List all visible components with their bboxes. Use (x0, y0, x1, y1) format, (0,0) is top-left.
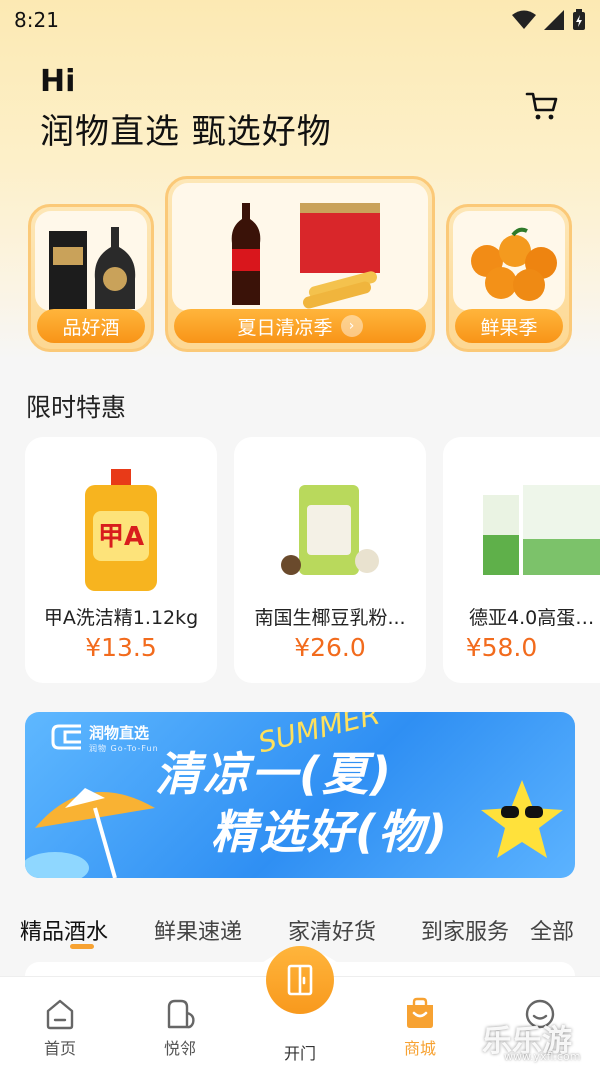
category-label: 夏日清凉季 › (174, 309, 426, 343)
nav-home[interactable]: 首页 (20, 997, 100, 1059)
category-tabs: 精品酒水 鲜果速递 家清好货 到家服务 全部 (0, 910, 600, 950)
nav-label: 首页 (43, 1039, 76, 1058)
category-label: 品好酒 (37, 309, 145, 343)
deal-card[interactable]: 德亚4.0高蛋白... ¥58.0 (443, 437, 600, 683)
deal-card[interactable]: 甲A 甲A洗洁精1.12kg ¥13.5 (25, 437, 217, 683)
nav-mall[interactable]: 商城 (380, 997, 460, 1059)
banner-brand: 润物直选 (89, 724, 150, 742)
tab-fine-wine[interactable]: 精品酒水 (20, 914, 108, 946)
tab-fresh-fruit[interactable]: 鲜果速递 (154, 914, 242, 946)
detergent-bottle-icon: 甲A (85, 469, 157, 591)
category-card-wine[interactable]: 品好酒 (28, 204, 154, 352)
signal-icon (544, 10, 564, 30)
tab-active-indicator (70, 944, 94, 949)
neighbors-icon (167, 999, 195, 1029)
deal-price: ¥13.5 (85, 633, 157, 662)
door-icon (287, 964, 313, 996)
category-image-area (35, 211, 147, 311)
deal-name: 德亚4.0高蛋白... (469, 607, 600, 629)
shopping-bag-icon (407, 997, 433, 1028)
deals-section-title: 限时特惠 (26, 393, 127, 422)
deal-price: ¥58.0 (465, 633, 538, 662)
tab-all[interactable]: 全部 (530, 914, 574, 946)
banner-brand-sub: 润物 Go-To-Fun (89, 744, 159, 753)
oranges-icon (471, 227, 557, 301)
category-image-area (172, 183, 428, 311)
category-label: 鲜果季 (455, 309, 563, 343)
status-bar: 8:21 (0, 0, 600, 40)
brand-logo-icon (51, 724, 81, 750)
battery-icon (573, 9, 585, 30)
slogan: 润物直选 甄选好物 (40, 112, 332, 152)
banner-headline-1: 清凉一(夏) (155, 747, 394, 801)
coconut-milk-powder-icon (281, 485, 379, 575)
open-door-button[interactable] (266, 946, 334, 1014)
open-door-label: 开门 (283, 1044, 316, 1063)
milk-box-icon (483, 485, 600, 575)
beach-umbrella-icon (25, 788, 155, 878)
category-card-summer[interactable]: 夏日清凉季 › (165, 176, 435, 352)
wifi-icon (512, 10, 536, 29)
home-icon (46, 999, 74, 1030)
svg-text:甲A: 甲A (98, 522, 144, 552)
tab-home-cleaning[interactable]: 家清好货 (288, 914, 376, 946)
deal-name: 南国生椰豆乳粉... (254, 607, 406, 629)
star-mascot-icon (481, 780, 563, 858)
nav-label: 悦邻 (163, 1039, 196, 1058)
tab-home-service[interactable]: 到家服务 (421, 914, 509, 946)
cart-icon[interactable] (524, 88, 560, 124)
greeting: Hi (40, 64, 76, 99)
deal-name: 甲A洗洁精1.12kg (43, 607, 199, 629)
wine-box-icon (49, 227, 136, 311)
nav-label: 商城 (403, 1039, 436, 1058)
chevron-right-icon: › (340, 315, 363, 337)
status-time: 8:21 (14, 8, 59, 32)
drinks-snacks-icon (231, 203, 380, 309)
banner-headline-2: 精选好(物) (211, 805, 450, 859)
watermark-url: www.yxfl.com (504, 1050, 581, 1063)
promo-banner[interactable]: 润物直选 润物 Go-To-Fun SUMMER 清凉一(夏) 精选好(物) (25, 712, 575, 878)
category-card-fruit[interactable]: 鲜果季 (446, 204, 572, 352)
category-image-area (453, 211, 565, 311)
deal-card[interactable]: 南国生椰豆乳粉... ¥26.0 (234, 437, 426, 683)
deal-price: ¥26.0 (294, 633, 366, 662)
category-label-text: 夏日清凉季 (237, 316, 333, 339)
status-icons (512, 9, 586, 31)
nav-neighbors[interactable]: 悦邻 (140, 997, 220, 1059)
